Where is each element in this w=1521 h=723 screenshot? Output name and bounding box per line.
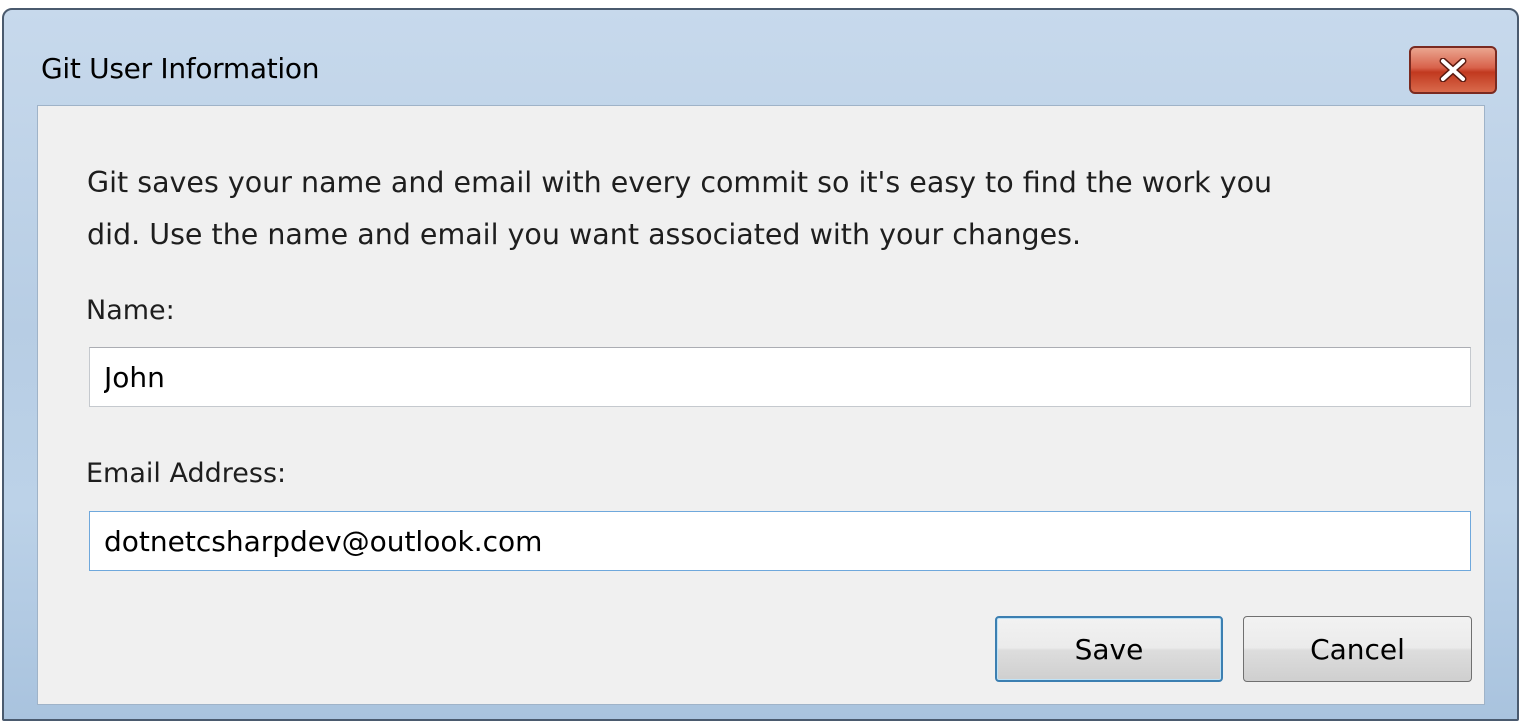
name-input[interactable] (89, 347, 1471, 407)
title-bar[interactable]: Git User Information (4, 10, 1517, 102)
dialog-window: Git User Information Git saves your name… (2, 8, 1519, 721)
close-button[interactable] (1409, 46, 1497, 94)
email-label: Email Address: (86, 458, 287, 489)
cancel-button[interactable]: Cancel (1243, 616, 1472, 682)
close-icon (1437, 58, 1469, 82)
description-line-2: did. Use the name and email you want ass… (87, 218, 1082, 251)
description-line-1: Git saves your name and email with every… (87, 166, 1273, 199)
save-button[interactable]: Save (995, 616, 1223, 682)
email-input[interactable] (89, 511, 1471, 571)
description-text: Git saves your name and email with every… (87, 157, 1447, 261)
dialog-content: Git saves your name and email with every… (37, 105, 1485, 705)
name-label: Name: (86, 295, 175, 326)
dialog-title: Git User Information (41, 52, 320, 85)
